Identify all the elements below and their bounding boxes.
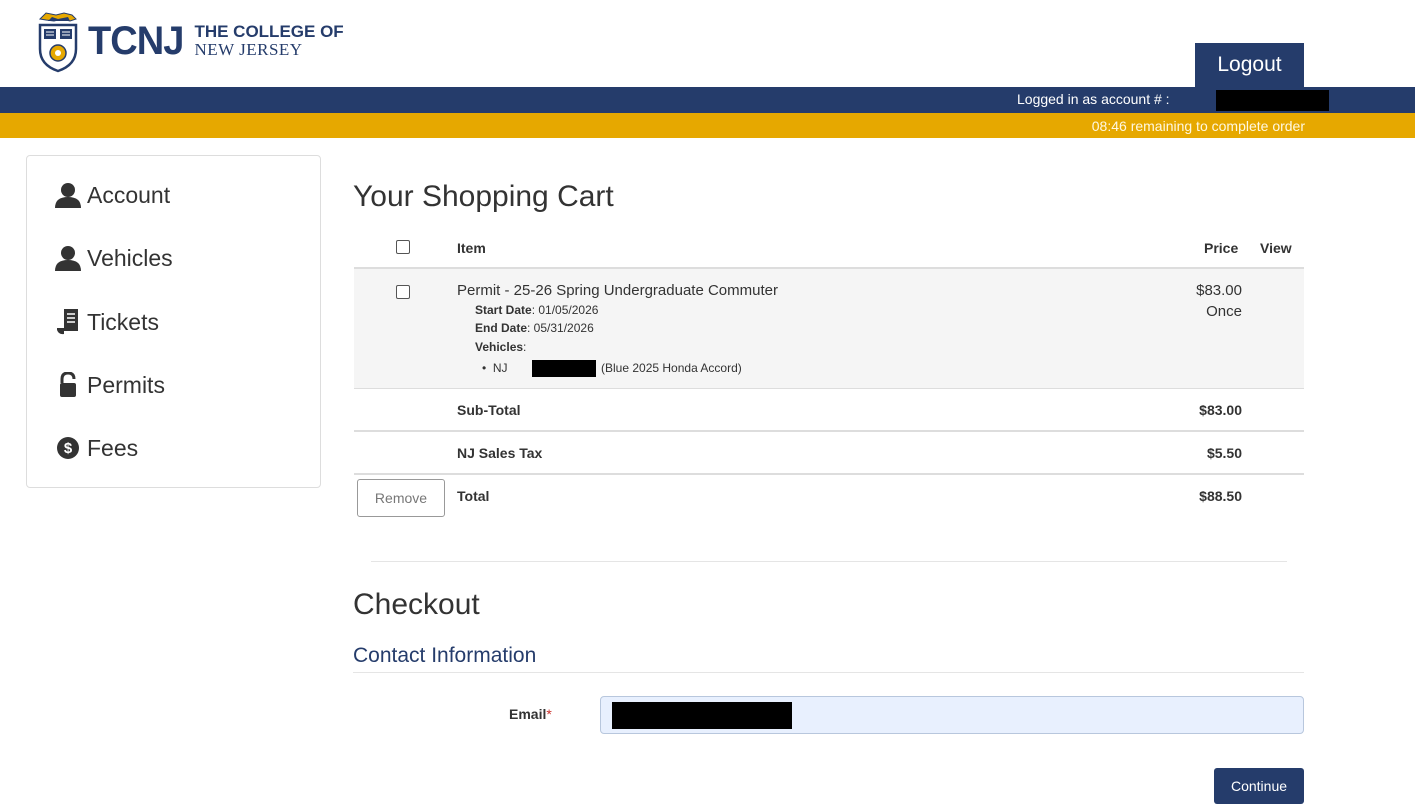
subtotal-label: Sub-Total bbox=[457, 402, 521, 418]
column-view: View bbox=[1260, 240, 1292, 256]
tax-value: $5.50 bbox=[1206, 445, 1242, 461]
ticket-icon bbox=[53, 307, 83, 337]
sidebar-item-tickets[interactable]: Tickets bbox=[53, 307, 159, 337]
cart-title: Your Shopping Cart bbox=[353, 180, 614, 213]
sidebar-item-fees[interactable]: $ Fees bbox=[53, 433, 138, 463]
start-date-value: : 01/05/2026 bbox=[531, 303, 599, 317]
person-icon bbox=[53, 180, 83, 210]
sidebar-item-label: Permits bbox=[87, 371, 165, 398]
logo-line2: NEW JERSEY bbox=[194, 40, 303, 59]
bullet-icon: • bbox=[482, 361, 493, 375]
remove-button[interactable]: Remove bbox=[357, 479, 445, 517]
sidebar-item-label: Vehicles bbox=[87, 244, 173, 271]
continue-button[interactable]: Continue bbox=[1214, 768, 1304, 804]
logo-wordmark: TCNJ THE COLLEGE OF NEW JERSEY bbox=[88, 19, 344, 64]
sidebar-item-label: Fees bbox=[87, 434, 139, 461]
column-item: Item bbox=[457, 240, 486, 256]
item-checkbox[interactable] bbox=[396, 285, 410, 299]
cart-header-row: Item Price View bbox=[354, 230, 1304, 269]
account-bar bbox=[0, 87, 1415, 113]
sidebar-item-label: Account bbox=[87, 181, 171, 208]
tcnj-logo[interactable]: TCNJ THE COLLEGE OF NEW JERSEY bbox=[34, 9, 344, 73]
vehicle-description: (Blue 2025 Honda Accord) bbox=[601, 361, 742, 375]
logout-button[interactable]: Logout bbox=[1195, 43, 1304, 87]
logo-subtitle: THE COLLEGE OF NEW JERSEY bbox=[194, 23, 343, 59]
total-row: Total $88.50 bbox=[354, 475, 1304, 518]
item-price: $83.00 bbox=[1196, 282, 1242, 299]
contact-info-title: Contact Information bbox=[353, 644, 537, 667]
sidebar-item-vehicles[interactable]: Vehicles bbox=[53, 243, 173, 273]
email-label-text: Email bbox=[509, 706, 547, 722]
total-value: $88.50 bbox=[1199, 488, 1242, 504]
item-frequency: Once bbox=[1206, 303, 1242, 320]
redacted-email bbox=[612, 702, 792, 729]
logo-abbr: TCNJ bbox=[88, 18, 184, 63]
item-vehicles: Vehicles: bbox=[475, 340, 526, 354]
logged-in-text: Logged in as account # : bbox=[1017, 91, 1170, 107]
vehicle-state: NJ bbox=[492, 361, 508, 375]
lock-icon bbox=[53, 370, 83, 400]
column-price: Price bbox=[1204, 240, 1239, 256]
order-timer: 08:46 remaining to complete order bbox=[1091, 118, 1305, 134]
sidebar-item-label: Tickets bbox=[87, 308, 159, 335]
tax-label: NJ Sales Tax bbox=[457, 445, 543, 461]
end-date-label: End Date bbox=[475, 321, 528, 335]
email-label: Email* bbox=[509, 706, 552, 722]
vehicle-list-item: • NJ bbox=[482, 361, 508, 375]
item-start-date: Start Date: 01/05/2026 bbox=[475, 303, 598, 317]
tax-row: NJ Sales Tax $5.50 bbox=[354, 432, 1304, 475]
item-title: Permit - 25-26 Spring Undergraduate Comm… bbox=[457, 282, 778, 299]
sidebar-item-permits[interactable]: Permits bbox=[53, 370, 165, 400]
logo-line1: THE COLLEGE OF bbox=[194, 22, 344, 41]
section-divider bbox=[371, 561, 1287, 562]
sidebar: Account Vehicles Tickets Permits $ Fees bbox=[26, 155, 321, 488]
cart-item-row: Permit - 25-26 Spring Undergraduate Comm… bbox=[354, 269, 1304, 389]
vehicles-label: Vehicles bbox=[475, 340, 524, 354]
vehicles-colon: : bbox=[523, 340, 527, 354]
contact-divider bbox=[353, 672, 1304, 673]
required-mark: * bbox=[546, 706, 552, 722]
redacted-plate bbox=[532, 360, 596, 377]
select-all-checkbox[interactable] bbox=[396, 240, 410, 254]
person-icon bbox=[53, 243, 83, 273]
lion-shield-icon bbox=[34, 11, 82, 73]
subtotal-value: $83.00 bbox=[1199, 402, 1242, 418]
start-date-label: Start Date bbox=[475, 303, 532, 317]
svg-text:$: $ bbox=[64, 440, 73, 457]
subtotal-row: Sub-Total $83.00 bbox=[354, 389, 1304, 432]
end-date-value: : 05/31/2026 bbox=[527, 321, 594, 335]
checkout-title: Checkout bbox=[353, 588, 480, 621]
total-label: Total bbox=[457, 488, 490, 504]
sidebar-item-account[interactable]: Account bbox=[53, 180, 170, 210]
dollar-circle-icon: $ bbox=[53, 433, 83, 463]
header: TCNJ THE COLLEGE OF NEW JERSEY Logout bbox=[0, 0, 1415, 87]
redacted-account-number bbox=[1216, 90, 1329, 111]
item-end-date: End Date: 05/31/2026 bbox=[475, 321, 594, 335]
